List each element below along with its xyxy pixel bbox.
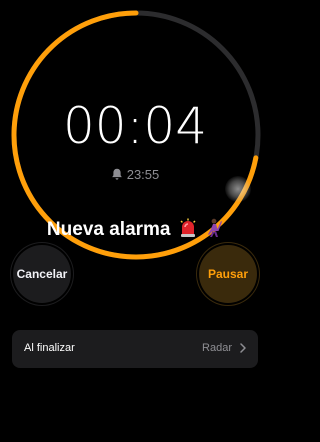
cancel-button-label: Cancelar [16, 267, 68, 281]
countdown-time: 00:04 [62, 97, 208, 155]
chevron-right-icon [240, 343, 246, 353]
cancel-button[interactable]: Cancelar [13, 245, 71, 303]
dancer-emoji [208, 218, 223, 237]
siren-emoji [180, 218, 196, 237]
pause-button[interactable]: Pausar [199, 245, 257, 303]
caption-text: Nueva alarma [46, 219, 171, 240]
bell-icon [111, 168, 122, 180]
pause-button-label: Pausar [207, 267, 249, 281]
end-time-value: 23:55 [126, 167, 160, 182]
selected-sound-value: Radar [202, 342, 232, 354]
when-timer-ends-label: Al finalizar [24, 342, 75, 354]
progress-knob [225, 176, 251, 202]
overlay-caption: Nueva alarma [0, 218, 270, 242]
when-timer-ends-row[interactable]: Al finalizar Radar [12, 330, 258, 368]
